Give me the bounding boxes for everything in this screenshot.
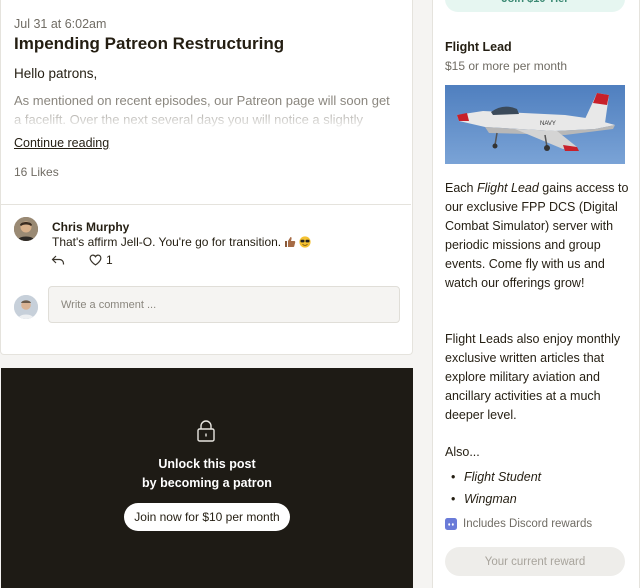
comment-like-button[interactable]: 1 [89, 253, 113, 267]
tier-desc-post: gains access to our exclusive FPP DCS (D… [445, 181, 629, 290]
thumbs-up-icon [285, 237, 296, 247]
tier-title: Flight Lead [445, 40, 512, 54]
comment-text: That's affirm Jell-O. You're go for tran… [52, 235, 311, 249]
lock-icon [197, 420, 215, 442]
also-label: Also... [445, 445, 480, 459]
tier-desc-pre: Each [445, 181, 477, 195]
post-title[interactable]: Impending Patreon Restructuring [14, 34, 284, 54]
post-greeting: Hello patrons, [14, 66, 98, 81]
discord-icon [445, 518, 457, 530]
comments-divider [0, 204, 411, 205]
also-list: Flight Student Wingman [451, 466, 541, 510]
list-item: Wingman [451, 488, 541, 510]
comment-like-count: 1 [106, 253, 113, 267]
continue-reading-link[interactable]: Continue reading [14, 136, 109, 150]
heart-icon [89, 254, 102, 266]
unlock-line-2: by becoming a patron [142, 476, 272, 490]
discord-label: Includes Discord rewards [463, 518, 593, 530]
join-now-button[interactable]: Join now for $10 per month [124, 503, 290, 531]
tier-price: $15 or more per month [445, 59, 568, 73]
comment-body: That's affirm Jell-O. You're go for tran… [52, 235, 282, 249]
current-reward-button: Your current reward [445, 547, 625, 576]
svg-text:NAVY: NAVY [540, 121, 556, 127]
reply-icon [51, 255, 65, 265]
list-item: Flight Student [451, 466, 541, 488]
excerpt-fade [14, 104, 398, 128]
sunglasses-face-icon [299, 236, 311, 248]
tier-description: Each Flight Lead gains access to our exc… [445, 179, 633, 293]
join-tier-button[interactable]: Join $10 Tier [445, 0, 625, 12]
tier-image: NAVY [445, 85, 625, 164]
tier-desc-name: Flight Lead [476, 181, 539, 195]
unlock-message: Unlock this post by becoming a patron [1, 455, 413, 493]
discord-rewards: Includes Discord rewards [445, 518, 592, 530]
post-date: Jul 31 at 6:02am [14, 17, 107, 31]
likes-count[interactable]: 16 Likes [14, 165, 59, 179]
current-user-avatar[interactable] [14, 295, 38, 319]
unlock-line-1: Unlock this post [158, 457, 256, 471]
reply-button[interactable] [51, 253, 67, 267]
avatar[interactable] [14, 217, 38, 241]
comment-author[interactable]: Chris Murphy [52, 220, 129, 234]
comment-input[interactable] [48, 286, 400, 323]
tier-description-2: Flight Leads also enjoy monthly exclusiv… [445, 332, 621, 422]
